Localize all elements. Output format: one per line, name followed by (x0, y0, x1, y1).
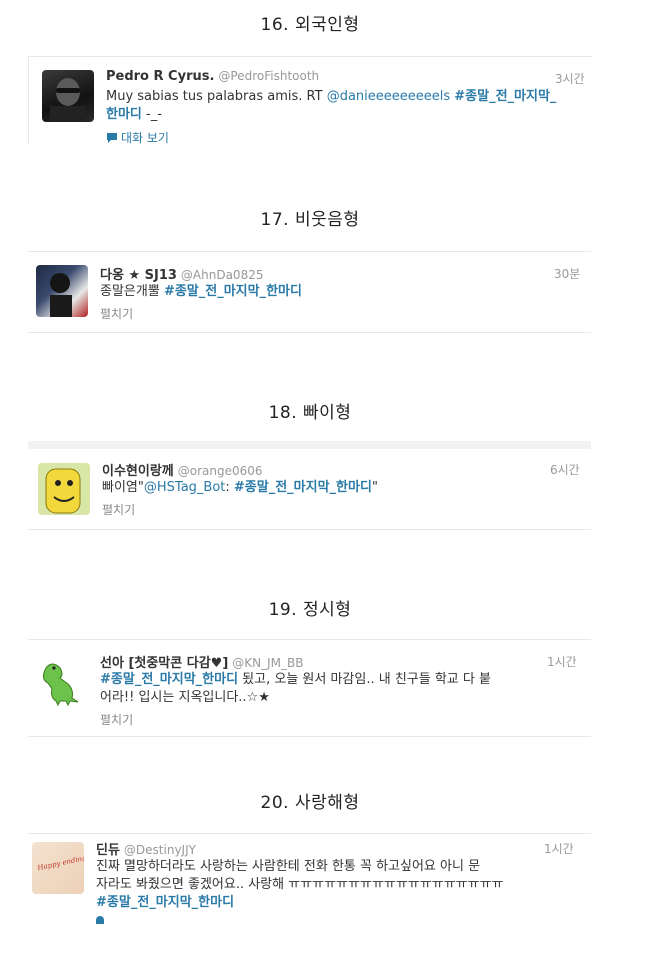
hashtag-link[interactable]: #종말_전_마지막_ (454, 89, 556, 104)
speech-bubble-icon (96, 916, 104, 924)
avatar[interactable] (42, 70, 94, 122)
avatar[interactable]: Happy ending is made (32, 842, 84, 894)
section-title-19: 19. 정시형 (268, 600, 352, 620)
tweet-card[interactable]: 선아 [첫중막콘 다감♥] @KN_JM_BB 1시간 #종말_전_마지막_한마디… (28, 639, 591, 737)
hashtag-link[interactable]: #종말_전_마지막_한마디 (164, 284, 302, 299)
user-handle[interactable]: @PedroFishtooth (218, 69, 319, 83)
tweet-card[interactable]: Happy ending is made 딘듀@DestinyJJY 1시간 진… (28, 833, 591, 924)
user-name[interactable]: 딘듀 @DestinyJJY (96, 839, 196, 858)
user-name[interactable]: 이수현이랑께 @orange0606 (102, 460, 263, 479)
handwritten-text-icon: Happy ending is made (36, 848, 84, 873)
expand-link[interactable]: 펼치기 (100, 305, 133, 322)
avatar-lettering: Happy ending is made (36, 848, 84, 873)
view-conversation-link[interactable]: 대화 보기 (106, 129, 169, 145)
tweet-time[interactable]: 3시간 (555, 70, 585, 87)
user-handle[interactable]: @DestinyJJY (124, 843, 196, 857)
avatar-photo-icon (50, 273, 72, 317)
tweet-text: #종말_전_마지막_한마디 됬고, 오늘 원서 마감임.. 내 친구들 학교 다… (100, 672, 491, 705)
user-name[interactable]: 선아 [첫중막콘 다감♥] @KN_JM_BB (100, 652, 303, 671)
dinosaur-icon (42, 663, 79, 707)
user-handle[interactable]: @KN_JM_BB (232, 656, 303, 670)
expand-link[interactable]: 펼치기 (102, 501, 135, 518)
avatar[interactable] (36, 265, 88, 317)
tweet-time[interactable]: 1시간 (547, 653, 577, 670)
user-handle[interactable]: @AhnDa0825 (181, 268, 264, 282)
section-title-16: 16. 외국인형 (260, 15, 360, 35)
tweet-card[interactable]: 다옹 ★ SJ13 @AhnDa0825 30분 종말은개뿔 #종말_전_마지막_… (28, 251, 591, 333)
tweet-time[interactable]: 30분 (554, 265, 580, 282)
tweet-text: 진짜 멸망하더라도 사랑하는 사람한테 전화 한통 꼭 하고싶어요 아니 문 자… (96, 859, 504, 910)
expand-link[interactable]: 펼치기 (100, 711, 133, 728)
tweet-card[interactable]: Pedro R Cyrus. @PedroFishtooth 3시간 Muy sa… (28, 56, 592, 145)
section-title-17: 17. 비웃음형 (260, 210, 360, 230)
hashtag-link-continued[interactable]: 한마디 (106, 107, 142, 122)
tweet-text: 종말은개뿔 #종말_전_마지막_한마디 (100, 284, 302, 299)
cartoon-face-icon (45, 468, 81, 514)
mention-link[interactable]: @danieeeeeeeeels (327, 89, 450, 104)
speech-bubble-icon (107, 133, 117, 143)
user-name[interactable]: 다옹 ★ SJ13 @AhnDa0825 (100, 264, 263, 283)
tweet-text: 빠이염"@HSTag_Bot: #종말_전_마지막_한마디" (102, 480, 378, 495)
section-title-20: 20. 사랑해형 (260, 793, 360, 813)
avatar-photo-icon (50, 78, 86, 122)
tweet-text: Muy sabias tus palabras amis. RT @daniee… (106, 89, 557, 122)
hashtag-link[interactable]: #종말_전_마지막_한마디 (234, 480, 372, 495)
user-name[interactable]: Pedro R Cyrus. @PedroFishtooth (106, 69, 319, 84)
avatar[interactable] (38, 463, 90, 515)
section-title-18: 18. 빠이형 (268, 403, 352, 423)
hashtag-link[interactable]: #종말_전_마지막_한마디 (96, 895, 234, 910)
tweet-time[interactable]: 1시간 (544, 840, 574, 857)
hashtag-link[interactable]: #종말_전_마지막_한마디 (100, 672, 238, 687)
mention-link[interactable]: @HSTag_Bot (144, 480, 226, 495)
tweet-time[interactable]: 6시간 (550, 461, 580, 478)
avatar[interactable] (36, 656, 88, 708)
tweet-card[interactable]: 이수현이랑께 @orange0606 6시간 빠이염"@HSTag_Bot: #종… (28, 441, 591, 530)
user-handle[interactable]: @orange0606 (178, 464, 263, 478)
